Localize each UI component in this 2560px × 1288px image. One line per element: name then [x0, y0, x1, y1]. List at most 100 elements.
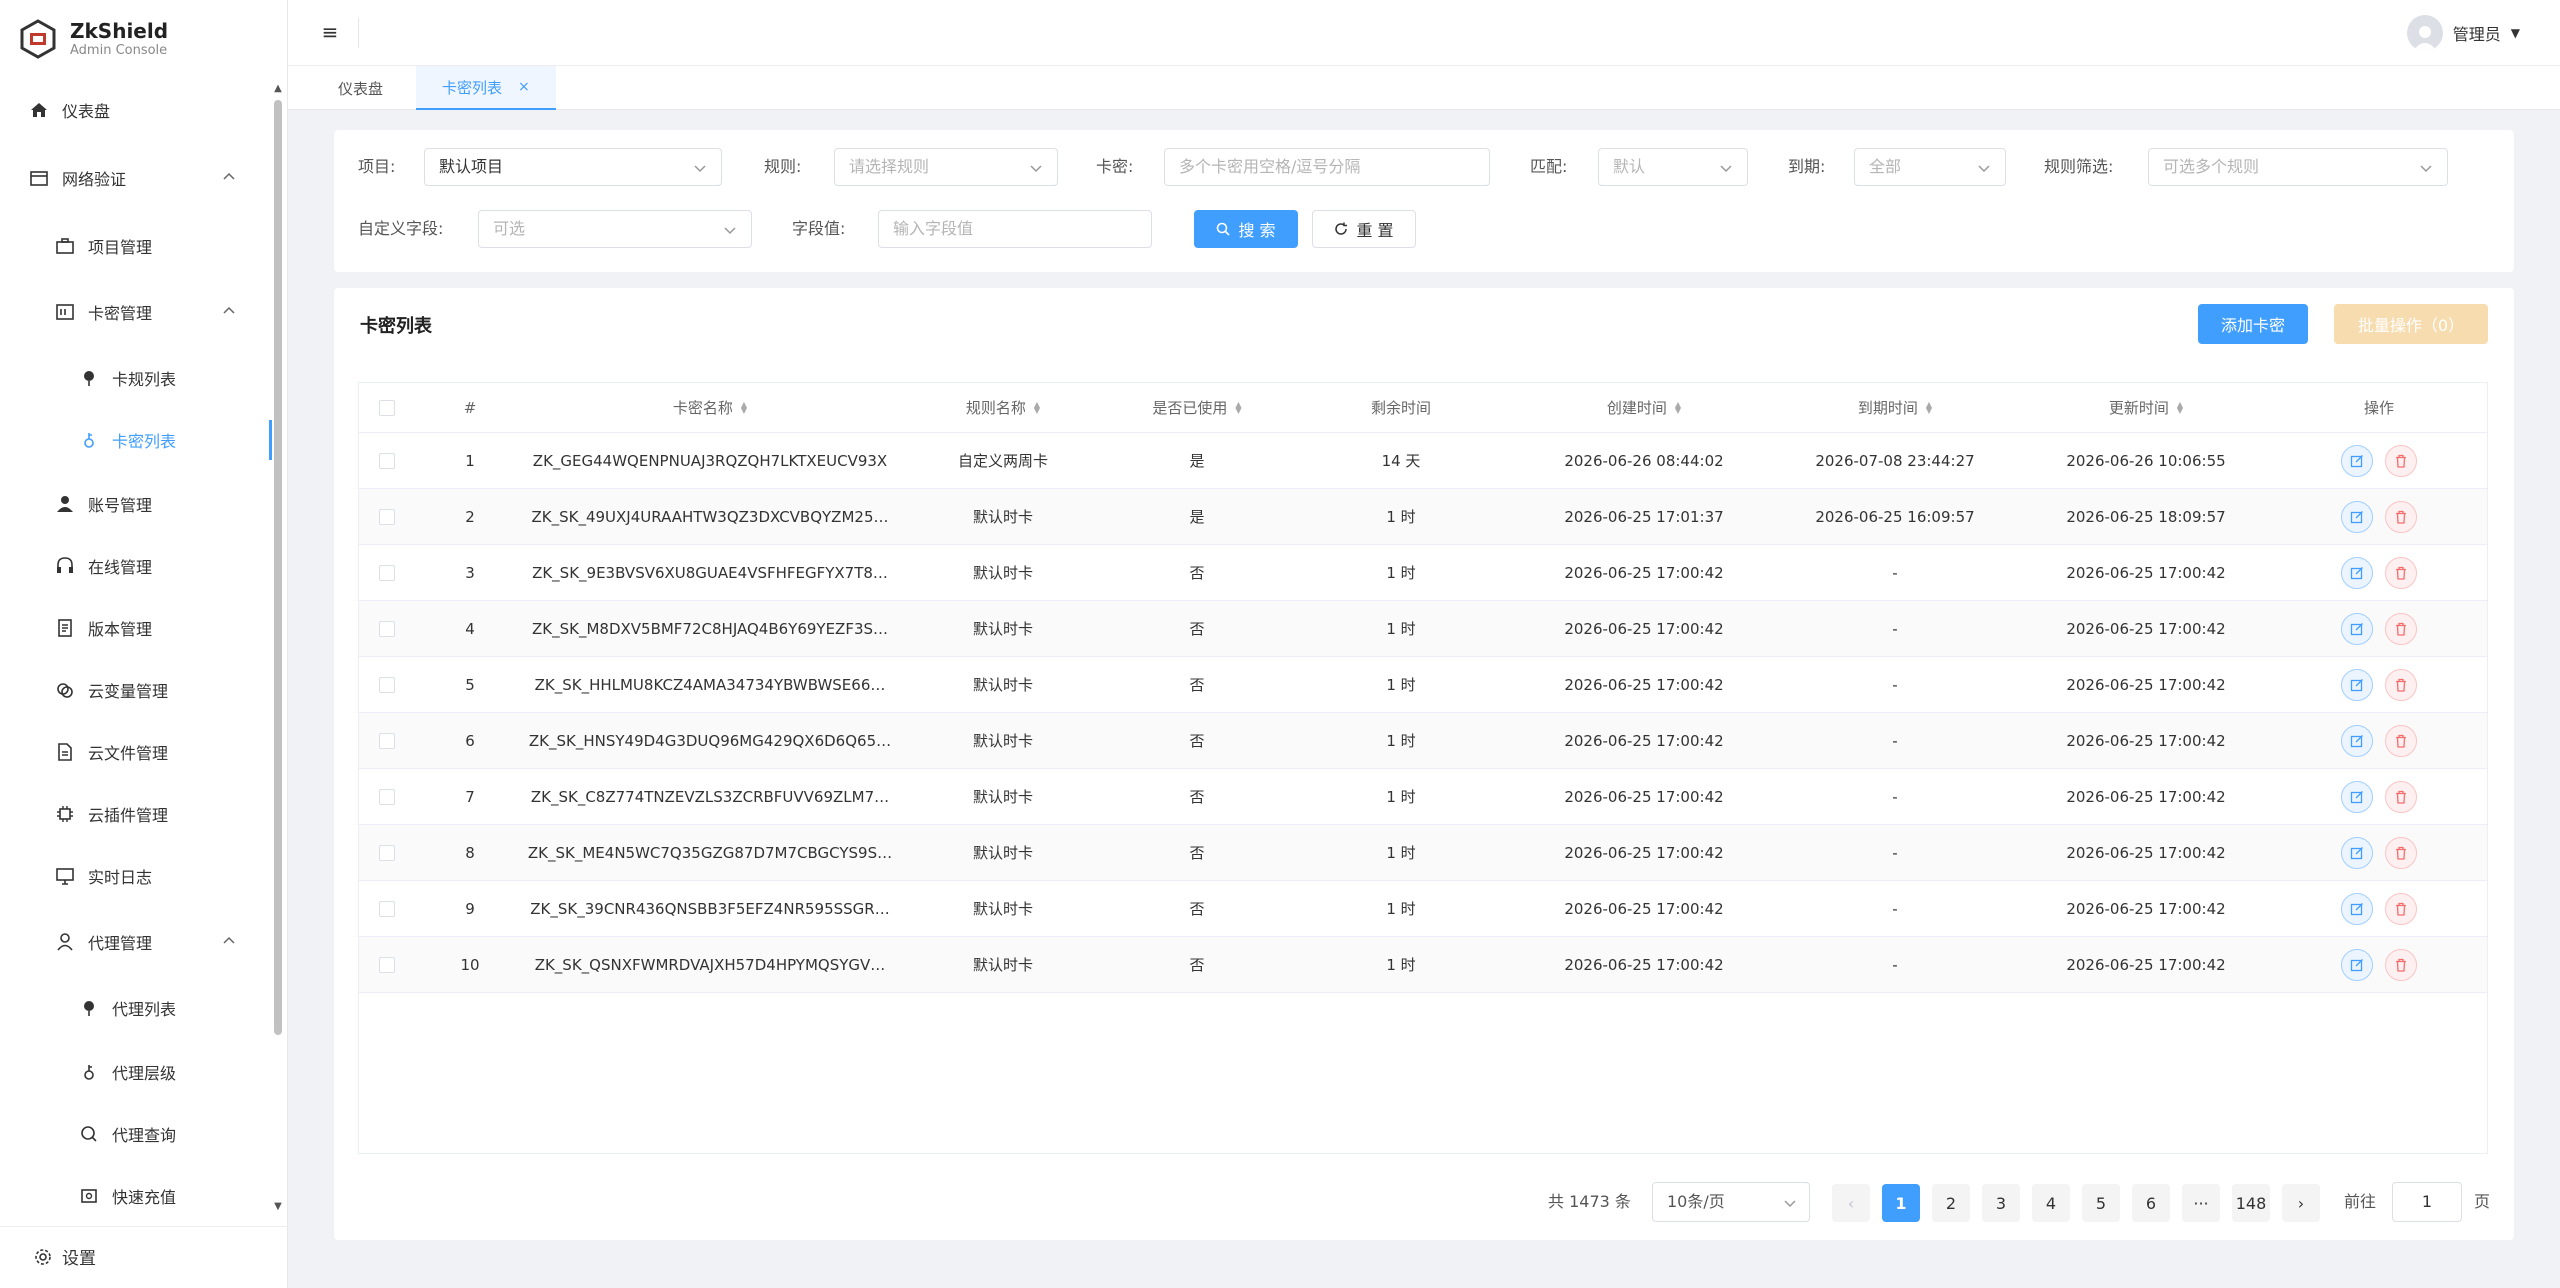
row-checkbox[interactable] [379, 452, 395, 469]
table-row[interactable]: 4 ZK_SK_M8DXV5BMF72C8HJAQ4B6Y69YEZF3S… 默… [359, 601, 2487, 657]
table-row[interactable]: 5 ZK_SK_HHLMU8KCZ4AMA34734YBWBWSE66… 默认时… [359, 657, 2487, 713]
table-row[interactable]: 10 ZK_SK_QSNXFWMRDVAJXH57D4HPYMQSYGV… 默认… [359, 937, 2487, 993]
tab-card-list[interactable]: 卡密列表 × [416, 66, 556, 110]
expire-select[interactable]: 全部 [1854, 148, 2006, 186]
edit-button[interactable] [2341, 948, 2373, 981]
sidebar-item-card-rules[interactable]: 卡规列表 [0, 350, 272, 406]
rule-filter-select[interactable]: 可选多个规则 [2148, 148, 2448, 186]
col-used[interactable]: 是否已使用 ▲ ▼ [1111, 383, 1283, 432]
row-checkbox[interactable] [379, 900, 395, 917]
delete-button[interactable] [2385, 836, 2417, 869]
edit-button[interactable] [2341, 836, 2373, 869]
sort-icon[interactable]: ▲ ▼ [2177, 400, 2183, 414]
scroll-thumb[interactable] [274, 100, 282, 1035]
select-all-checkbox[interactable] [379, 399, 395, 416]
scroll-up-arrow-icon[interactable]: ▲ [272, 82, 284, 94]
delete-button[interactable] [2385, 892, 2417, 925]
add-card-button[interactable]: 添加卡密 [2198, 304, 2308, 344]
col-card-name[interactable]: 卡密名称 ▲ ▼ [525, 383, 895, 432]
table-row[interactable]: 3 ZK_SK_9E3BVSV6XU8GUAE4VSFHFEGFYX7T8… 默… [359, 545, 2487, 601]
row-checkbox[interactable] [379, 956, 395, 973]
sidebar-item-realtime-log[interactable]: 实时日志 [0, 848, 272, 904]
delete-button[interactable] [2385, 724, 2417, 757]
edit-button[interactable] [2341, 780, 2373, 813]
menu-toggle-icon[interactable]: ≡ [318, 20, 342, 44]
page-button-1[interactable]: 1 [1882, 1184, 1920, 1222]
sidebar-item-card-list[interactable]: 卡密列表 [0, 412, 272, 468]
row-checkbox[interactable] [379, 564, 395, 581]
sort-icon[interactable]: ▲ ▼ [1926, 400, 1932, 414]
table-row[interactable]: 6 ZK_SK_HNSY49D4G3DUQ96MG429QX6D6Q65… 默认… [359, 713, 2487, 769]
edit-button[interactable] [2341, 556, 2373, 589]
table-row[interactable]: 1 ZK_GEG44WQENPNUAJ3RQZQH7LKTXEUCV93X 自定… [359, 433, 2487, 489]
sidebar-item-online[interactable]: 在线管理 [0, 538, 272, 594]
delete-button[interactable] [2385, 556, 2417, 589]
field-value-input[interactable]: 输入字段值 [878, 210, 1152, 248]
sidebar-item-projects[interactable]: 项目管理 [0, 218, 272, 274]
delete-button[interactable] [2385, 444, 2417, 477]
col-expire[interactable]: 到期时间 ▲ ▼ [1769, 383, 2021, 432]
sidebar-item-cloud-files[interactable]: 云文件管理 [0, 724, 272, 780]
sidebar-item-cloud-plugins[interactable]: 云插件管理 [0, 786, 272, 842]
next-page-button[interactable]: › [2282, 1184, 2320, 1222]
page-button-2[interactable]: 2 [1932, 1184, 1970, 1222]
page-button-5[interactable]: 5 [2082, 1184, 2120, 1222]
search-button[interactable]: 搜 索 [1194, 210, 1298, 248]
col-updated[interactable]: 更新时间 ▲ ▼ [2021, 383, 2271, 432]
page-size-select[interactable]: 10条/页 [1652, 1182, 1810, 1222]
sidebar-item-accounts[interactable]: 账号管理 [0, 476, 272, 532]
sidebar-item-versions[interactable]: 版本管理 [0, 600, 272, 656]
edit-button[interactable] [2341, 724, 2373, 757]
edit-button[interactable] [2341, 612, 2373, 645]
rule-select[interactable]: 请选择规则 [834, 148, 1058, 186]
prev-page-button[interactable]: ‹ [1832, 1184, 1870, 1222]
sidebar-item-quick-recharge[interactable]: 快速充值 [0, 1168, 272, 1212]
edit-button[interactable] [2341, 668, 2373, 701]
close-icon[interactable]: × [518, 79, 530, 95]
sidebar-item-agent-levels[interactable]: 代理层级 [0, 1044, 272, 1100]
edit-button[interactable] [2341, 444, 2373, 477]
page-button-last[interactable]: 148 [2232, 1184, 2270, 1222]
row-checkbox[interactable] [379, 732, 395, 749]
sort-icon[interactable]: ▲ ▼ [1034, 400, 1040, 414]
row-checkbox[interactable] [379, 844, 395, 861]
delete-button[interactable] [2385, 948, 2417, 981]
table-row[interactable]: 8 ZK_SK_ME4N5WC7Q35GZG87D7M7CBGCYS9S… 默认… [359, 825, 2487, 881]
delete-button[interactable] [2385, 780, 2417, 813]
row-checkbox[interactable] [379, 620, 395, 637]
edit-button[interactable] [2341, 500, 2373, 533]
custom-field-select[interactable]: 可选 [478, 210, 752, 248]
page-button-4[interactable]: 4 [2032, 1184, 2070, 1222]
sort-icon[interactable]: ▲ ▼ [1675, 400, 1681, 414]
scroll-down-arrow-icon[interactable]: ▼ [272, 1200, 284, 1212]
table-row[interactable]: 9 ZK_SK_39CNR436QNSBB3F5EFZ4NR595SSGR… 默… [359, 881, 2487, 937]
reset-button[interactable]: 重 置 [1312, 210, 1416, 248]
delete-button[interactable] [2385, 668, 2417, 701]
sidebar-item-settings[interactable]: 设置 [0, 1226, 288, 1286]
goto-page-input[interactable]: 1 [2392, 1182, 2462, 1222]
sidebar-item-dashboard[interactable]: 仪表盘 [0, 82, 272, 138]
card-input[interactable]: 多个卡密用空格/逗号分隔 [1164, 148, 1490, 186]
sidebar-scrollbar[interactable]: ▲ ▼ [272, 82, 284, 1212]
sidebar-item-agents[interactable]: 代理管理 [0, 914, 272, 970]
sidebar-item-agent-query[interactable]: 代理查询 [0, 1106, 272, 1162]
col-created[interactable]: 创建时间 ▲ ▼ [1519, 383, 1769, 432]
project-select[interactable]: 默认项目 [424, 148, 722, 186]
row-checkbox[interactable] [379, 676, 395, 693]
user-menu[interactable]: 管理员 ▼ [2406, 13, 2520, 53]
sidebar-item-cloud-vars[interactable]: 云变量管理 [0, 662, 272, 718]
batch-action-button[interactable]: 批量操作（0） [2334, 304, 2488, 344]
tab-dashboard[interactable]: 仪表盘 [312, 66, 409, 110]
sort-icon[interactable]: ▲ ▼ [1235, 400, 1241, 414]
edit-button[interactable] [2341, 892, 2373, 925]
sidebar-item-card-management[interactable]: 卡密管理 [0, 284, 272, 340]
delete-button[interactable] [2385, 500, 2417, 533]
row-checkbox[interactable] [379, 788, 395, 805]
page-button-3[interactable]: 3 [1982, 1184, 2020, 1222]
sort-icon[interactable]: ▲ ▼ [741, 400, 747, 414]
table-row[interactable]: 2 ZK_SK_49UXJ4URAAHTW3QZ3DXCVBQYZM25… 默认… [359, 489, 2487, 545]
sidebar-item-agent-list[interactable]: 代理列表 [0, 980, 272, 1036]
brand[interactable]: ZkShield Admin Console [18, 14, 168, 64]
sidebar-item-network-auth[interactable]: 网络验证 [0, 150, 272, 206]
row-checkbox[interactable] [379, 508, 395, 525]
